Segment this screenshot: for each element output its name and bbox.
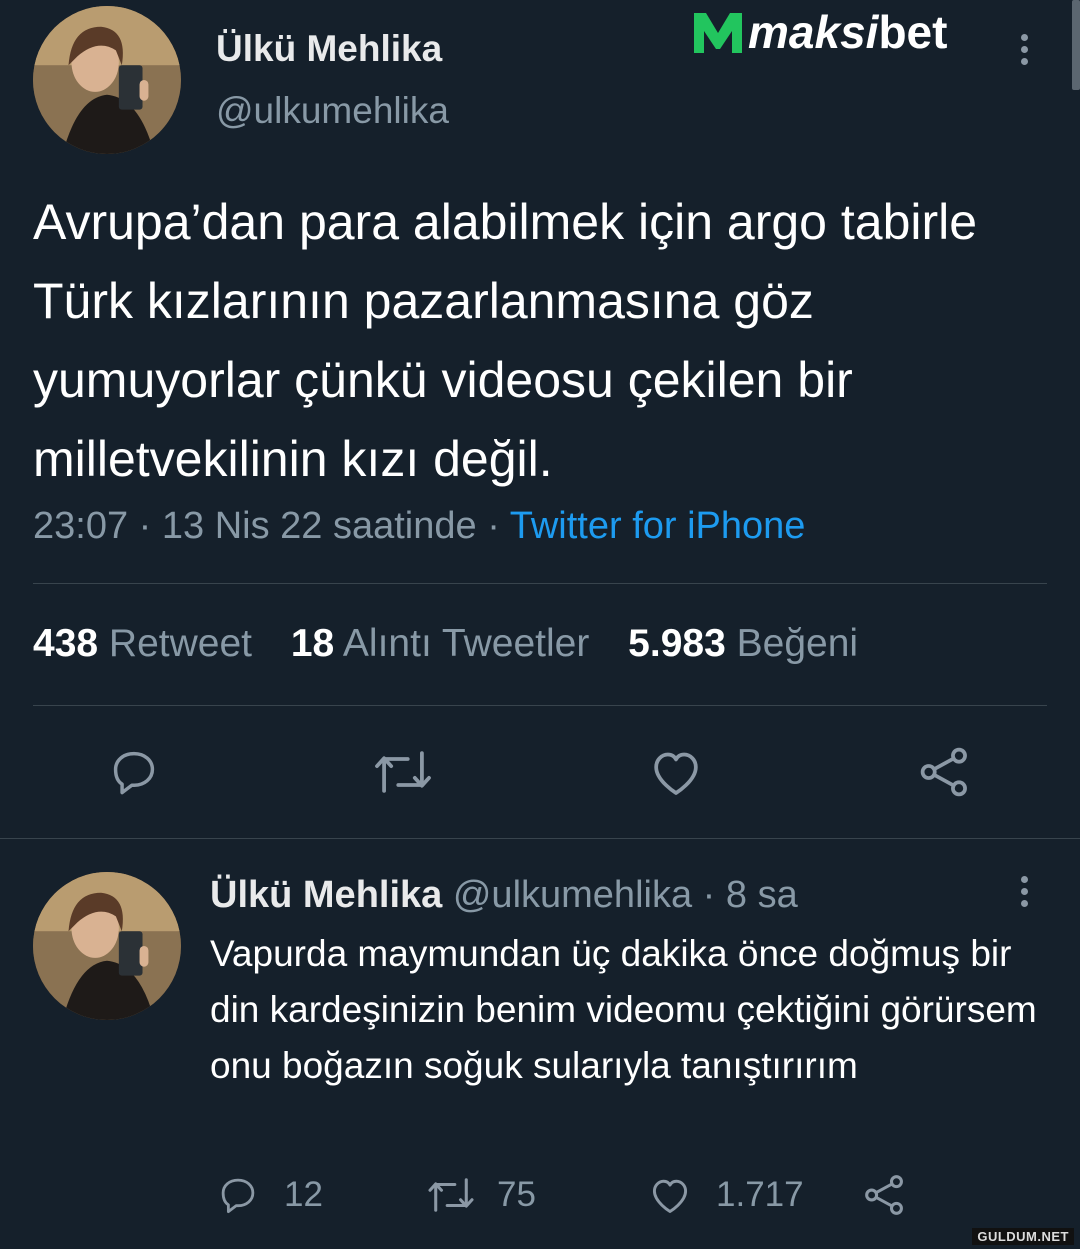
divider-top (33, 583, 1047, 584)
logo-text-tail: bet (878, 6, 948, 58)
tweet-meta: 23:07 · 13 Nis 22 saatinde · Twitter for… (33, 505, 805, 548)
tweet-stats: 438 Retweet 18 Alıntı Tweetler 5.983 Beğ… (33, 622, 858, 666)
like-count: 5.983 (628, 622, 726, 665)
quote-stat[interactable]: 18 Alıntı Tweetler (291, 622, 600, 665)
logo-text-main: maksi (748, 6, 879, 58)
quote-label: Alıntı Tweetler (342, 622, 590, 665)
tweet-source[interactable]: Twitter for iPhone (510, 505, 806, 547)
author-name[interactable]: Ülkü Mehlika (216, 28, 442, 70)
reply-author-avatar[interactable] (33, 872, 181, 1020)
section-divider (0, 838, 1080, 839)
reply-action-reply[interactable]: 12 (216, 1174, 323, 1216)
reply-action-retweet[interactable]: 75 (425, 1174, 536, 1216)
reply-icon (221, 1178, 255, 1214)
share-icon (920, 747, 967, 797)
tweet-text: Avrupa’dan para alabilmek için argo tabi… (33, 194, 978, 487)
like-count-reply: 1.717 (716, 1175, 804, 1214)
share-icon (865, 1175, 903, 1215)
reply-icon (113, 751, 155, 795)
quote-count: 18 (290, 622, 335, 665)
reply-button[interactable] (106, 746, 162, 798)
reply-more-options-icon[interactable] (1019, 876, 1029, 912)
scrollbar[interactable] (1072, 0, 1080, 90)
tweet-date[interactable]: 13 Nis 22 saatinde (162, 505, 477, 547)
reply-separator: · (702, 874, 716, 916)
more-options-icon[interactable] (1019, 34, 1029, 70)
share-button[interactable] (917, 746, 973, 798)
like-icon (652, 1179, 688, 1213)
retweet-count-reply: 75 (497, 1175, 536, 1214)
meta-separator: · (138, 505, 152, 547)
reply-author-handle[interactable]: @ulkumehlika (453, 874, 692, 916)
site-watermark: GULDUM.NET (972, 1228, 1074, 1245)
like-label: Beğeni (736, 622, 859, 665)
like-button[interactable] (648, 746, 704, 798)
like-icon (654, 752, 698, 795)
portrait-image (33, 872, 181, 1020)
retweet-count: 438 (33, 622, 99, 665)
author-handle[interactable]: @ulkumehlika (216, 90, 449, 132)
retweet-icon (375, 751, 431, 793)
meta-separator-2: · (487, 505, 500, 547)
reply-action-share[interactable] (862, 1174, 908, 1221)
reply-action-like[interactable]: 1.717 (648, 1174, 804, 1216)
brand-logo: maksi bet (690, 4, 947, 60)
portrait-image (33, 6, 181, 154)
retweet-icon (428, 1178, 474, 1212)
divider-bottom (33, 705, 1047, 706)
author-avatar[interactable] (33, 6, 181, 154)
reply-count: 12 (284, 1175, 323, 1214)
reply-text: Vapurda maymundan üç dakika önce doğmuş … (210, 933, 1037, 1086)
like-stat[interactable]: 5.983 Beğeni (628, 622, 858, 665)
reply-header: Ülkü Mehlika @ulkumehlika · 8 sa (210, 874, 798, 917)
maksibet-logo-mark-icon (694, 13, 742, 53)
retweet-stat[interactable]: 438 Retweet (33, 622, 263, 665)
tweet-time[interactable]: 23:07 (33, 505, 128, 547)
reply-author-name[interactable]: Ülkü Mehlika (210, 874, 442, 916)
retweet-button[interactable] (372, 746, 434, 798)
retweet-label: Retweet (108, 622, 252, 665)
reply-age[interactable]: 8 sa (726, 874, 798, 916)
